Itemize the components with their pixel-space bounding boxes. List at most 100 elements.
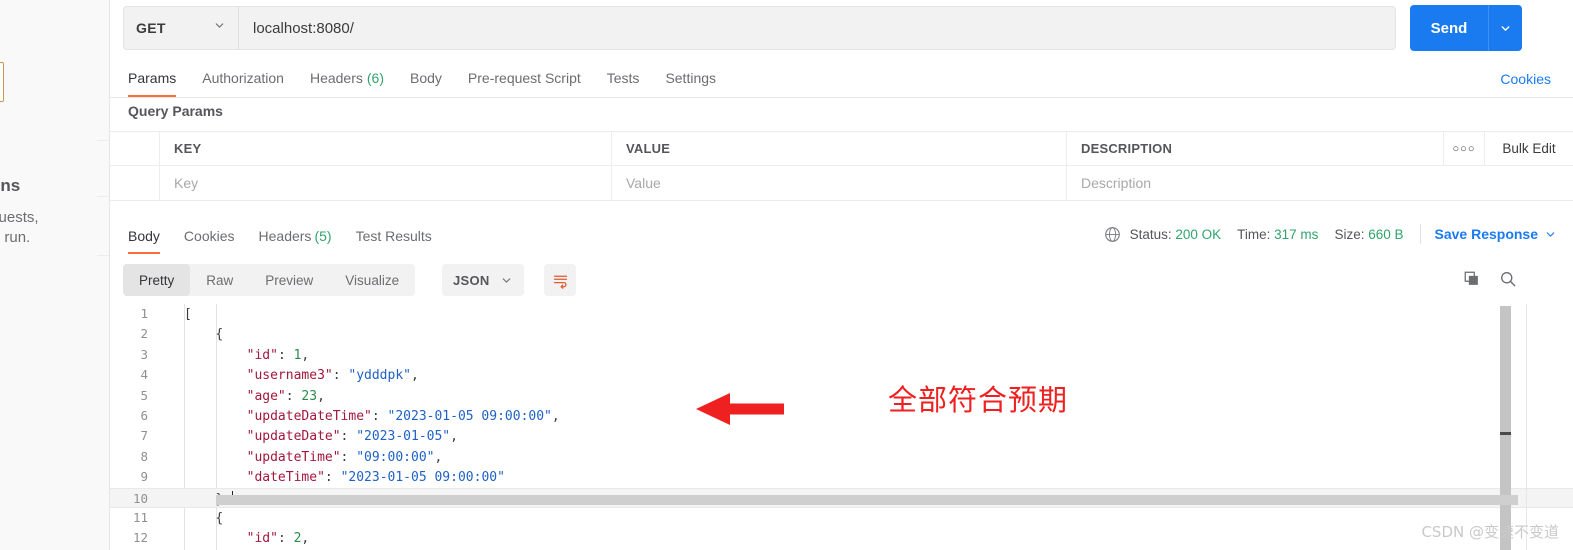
tab-authorization[interactable]: Authorization [189, 70, 297, 97]
tab-tests[interactable]: Tests [594, 70, 653, 97]
column-header-value: VALUE [626, 141, 671, 156]
code-token: "updateDate" [246, 429, 341, 445]
format-select[interactable]: JSON [442, 264, 524, 296]
response-code-viewer[interactable]: 1[2 {3 "id": 1, 4 "username3": "ydddpk", 5… [110, 304, 1573, 550]
vertical-scrollbar[interactable] [1500, 306, 1511, 550]
value-input[interactable]: Value [612, 166, 1067, 200]
query-params-title: Query Params [128, 103, 223, 119]
code-token: , [411, 368, 419, 384]
sidebar-description-line2: ss and run. [0, 229, 31, 246]
wrap-lines-icon [553, 275, 567, 289]
search-icon[interactable] [1499, 270, 1517, 293]
chevron-down-icon [1546, 231, 1555, 237]
code-token: "09:00:00" [356, 449, 435, 465]
code-token: "username3" [246, 368, 333, 384]
line-number: 1 [140, 306, 148, 321]
code-token: , [434, 449, 443, 465]
code-token: , [317, 388, 325, 404]
code-token: "updateDateTime" [246, 408, 372, 424]
tab-headers[interactable]: Headers (6) [297, 70, 397, 97]
response-status-bar: Status: 200 OK Time: 317 ms Size: 660 B … [1104, 224, 1557, 244]
row-checkbox-cell[interactable] [110, 166, 160, 200]
horizontal-scrollbar[interactable] [216, 495, 1518, 505]
view-mode-preview[interactable]: Preview [249, 264, 329, 296]
request-url-bar: GET localhost:8080/ Send [110, 0, 1573, 57]
code-token: , [301, 347, 310, 363]
line-number: 7 [140, 428, 148, 444]
divider [1419, 224, 1421, 244]
key-input[interactable]: Key [160, 166, 612, 200]
tab-count: (5) [314, 228, 332, 244]
response-tab-test-results[interactable]: Test Results [344, 228, 444, 254]
description-input[interactable]: Description [1067, 166, 1573, 200]
line-number: 4 [140, 367, 148, 383]
view-mode-pretty[interactable]: Pretty [123, 264, 191, 296]
code-line: 6 "updateDateTime": "2023-01-05 09:00:00… [110, 406, 1573, 426]
size-label: Size: [1334, 226, 1365, 242]
bulk-edit-button[interactable]: Bulk Edit [1485, 131, 1573, 166]
code-token: : [277, 347, 294, 363]
response-tab-headers[interactable]: Headers (5) [247, 228, 344, 254]
tab-count: (6) [366, 70, 384, 86]
table-header-row: KEY VALUE DESCRIPTION ○○○ Bulk Edit [110, 131, 1573, 166]
method-label: GET [136, 20, 166, 36]
code-line-text: "updateTime": "09:00:00", [158, 448, 443, 468]
code-line-text: "updateDate": "2023-01-05", [158, 427, 458, 447]
code-token: : [371, 408, 388, 424]
line-number: 12 [132, 530, 148, 546]
cookies-link[interactable]: Cookies [1500, 71, 1551, 87]
response-tab-body[interactable]: Body [124, 228, 172, 254]
save-response-button[interactable]: Save Response [1435, 226, 1558, 242]
code-line-text: { [158, 325, 223, 345]
code-token: : [277, 531, 294, 547]
annotation-text: 全部符合预期 [888, 383, 1069, 417]
tab-label: Test Results [355, 228, 432, 244]
url-input[interactable]: localhost:8080/ [238, 6, 1396, 50]
format-label: JSON [453, 272, 490, 288]
view-mode-visualize[interactable]: Visualize [329, 264, 415, 296]
tab-body[interactable]: Body [397, 70, 455, 97]
value-placeholder: Value [626, 175, 661, 191]
code-token: 23 [301, 388, 318, 404]
view-mode-group: Pretty Raw Preview Visualize [123, 264, 416, 296]
divider [1526, 304, 1527, 550]
more-actions-button[interactable]: ○○○ [1443, 131, 1485, 166]
tab-params[interactable]: Params [124, 70, 189, 97]
copy-icon[interactable] [1463, 270, 1481, 293]
sidebar-heading: lections [0, 176, 21, 195]
tab-pre-request-script[interactable]: Pre-request Script [455, 70, 594, 97]
tab-settings[interactable]: Settings [652, 70, 729, 97]
view-mode-raw[interactable]: Raw [190, 264, 249, 296]
chevron-down-icon [213, 19, 226, 37]
line-number: 6 [140, 407, 148, 423]
line-number: 5 [140, 387, 148, 403]
header-checkbox-cell [110, 132, 160, 165]
size-value: 660 B [1368, 226, 1404, 242]
code-token: , [551, 408, 560, 424]
code-line: 5 "age": 23, [110, 386, 1573, 406]
code-line: 9 "dateTime": "2023-01-05 09:00:00" [110, 467, 1573, 487]
column-header-description: DESCRIPTION [1081, 141, 1173, 156]
send-button[interactable]: Send [1410, 5, 1488, 51]
line-number: 2 [140, 326, 148, 342]
code-line: 4 "username3": "ydddpk", [110, 365, 1573, 385]
scrollbar-marker [1500, 432, 1511, 435]
time-label: Time: [1237, 226, 1271, 242]
send-options-button[interactable] [1488, 5, 1522, 51]
status-value: 200 OK [1175, 226, 1222, 242]
method-select[interactable]: GET [123, 6, 238, 50]
tab-label: Body [410, 70, 442, 86]
code-token: { [215, 327, 224, 343]
code-token: "updateTime" [246, 449, 341, 465]
code-line: 11 { [110, 508, 1573, 528]
wrap-lines-button[interactable] [544, 264, 576, 296]
description-placeholder: Description [1081, 175, 1152, 191]
response-tab-cookies[interactable]: Cookies [172, 228, 247, 254]
tab-label: Headers [258, 228, 312, 244]
line-number: 10 [132, 490, 148, 506]
line-number: 11 [132, 509, 148, 525]
tab-label: Cookies [183, 228, 235, 244]
sidebar-description-line1: ed requests, [0, 209, 39, 226]
code-line-text: "updateDateTime": "2023-01-05 09:00:00", [158, 407, 560, 427]
tab-label: Headers [309, 70, 363, 86]
